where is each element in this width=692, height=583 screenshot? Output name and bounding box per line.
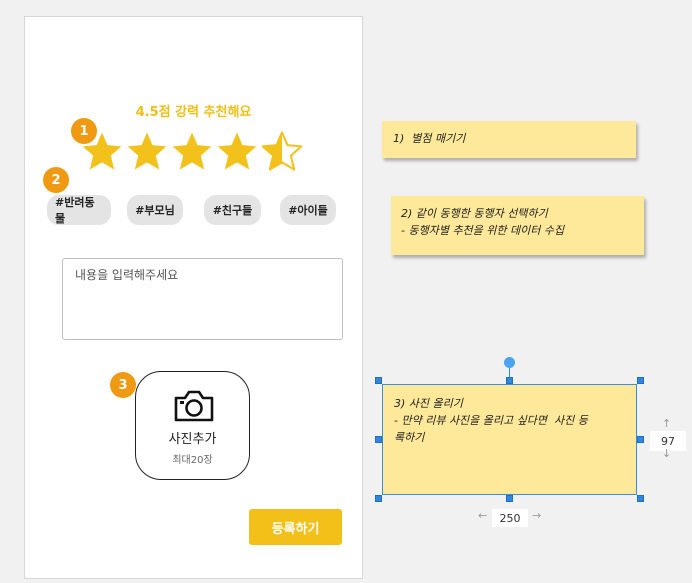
star-icon[interactable] [126,130,168,172]
tag-kids[interactable]: #아이들 [280,195,336,225]
star-icon[interactable] [216,130,258,172]
star-icon[interactable] [171,130,213,172]
width-arrow-left-icon: ← [478,509,488,522]
mobile-screen: 4.5점 강력 추천해요 1 2 #반려동물 #부모님 #친구들 #아이들 내용… [24,16,363,579]
review-textarea[interactable]: 내용을 입력해주세요 [62,258,343,340]
resize-handle-w[interactable] [375,436,382,443]
note-line: - 동행자별 추천을 위한 데이터 수집 [401,224,565,237]
add-photo-button[interactable]: 사진추가 최대20장 [135,371,250,480]
sticky-note-rating[interactable]: 1) 별점 매기기 [382,121,636,158]
camera-icon [174,390,214,422]
note-line: - 만약 리뷰 사진을 올리고 싶다면 사진 등 [394,414,588,427]
resize-handle-ne[interactable] [637,377,644,384]
note-line: 3) 사진 올리기 [394,397,463,410]
note-line: 록하기 [394,431,425,444]
resize-handle-e[interactable] [637,436,644,443]
resize-handle-sw[interactable] [375,495,382,502]
tag-friends[interactable]: #친구들 [204,195,261,225]
step-badge-2: 2 [43,167,69,193]
resize-handle-n[interactable] [506,377,513,384]
half-star-icon[interactable] [261,130,303,172]
width-arrow-right-icon: → [532,509,542,522]
tag-parents[interactable]: #부모님 [127,195,183,225]
add-photo-label: 사진추가 [168,432,217,447]
note-line: 2) 같이 동행한 동행자 선택하기 [401,207,548,220]
photo-limit-label: 최대20장 [172,455,213,466]
resize-handle-s[interactable] [506,495,513,502]
height-arrow-down-icon: ↓ [662,447,672,460]
note-line: 1) 별점 매기기 [393,132,466,145]
sticky-note-photo-selected[interactable]: 3) 사진 올리기 - 만약 리뷰 사진을 올리고 싶다면 사진 등 록하기 [382,384,637,495]
step-badge-1: 1 [71,118,97,144]
tag-pets[interactable]: #반려동물 [47,195,111,225]
rotate-handle[interactable] [504,357,515,368]
submit-button[interactable]: 등록하기 [249,509,342,545]
step-badge-3: 3 [110,372,136,398]
sticky-note-companion[interactable]: 2) 같이 동행한 동행자 선택하기 - 동행자별 추천을 위한 데이터 수집 [391,196,644,255]
resize-handle-nw[interactable] [375,377,382,384]
width-readout: 250 [492,509,528,527]
height-arrow-up-icon: ↑ [662,417,672,430]
star-rating[interactable] [81,130,303,172]
rating-title: 4.5점 강력 추천해요 [135,105,252,120]
resize-handle-se[interactable] [637,495,644,502]
